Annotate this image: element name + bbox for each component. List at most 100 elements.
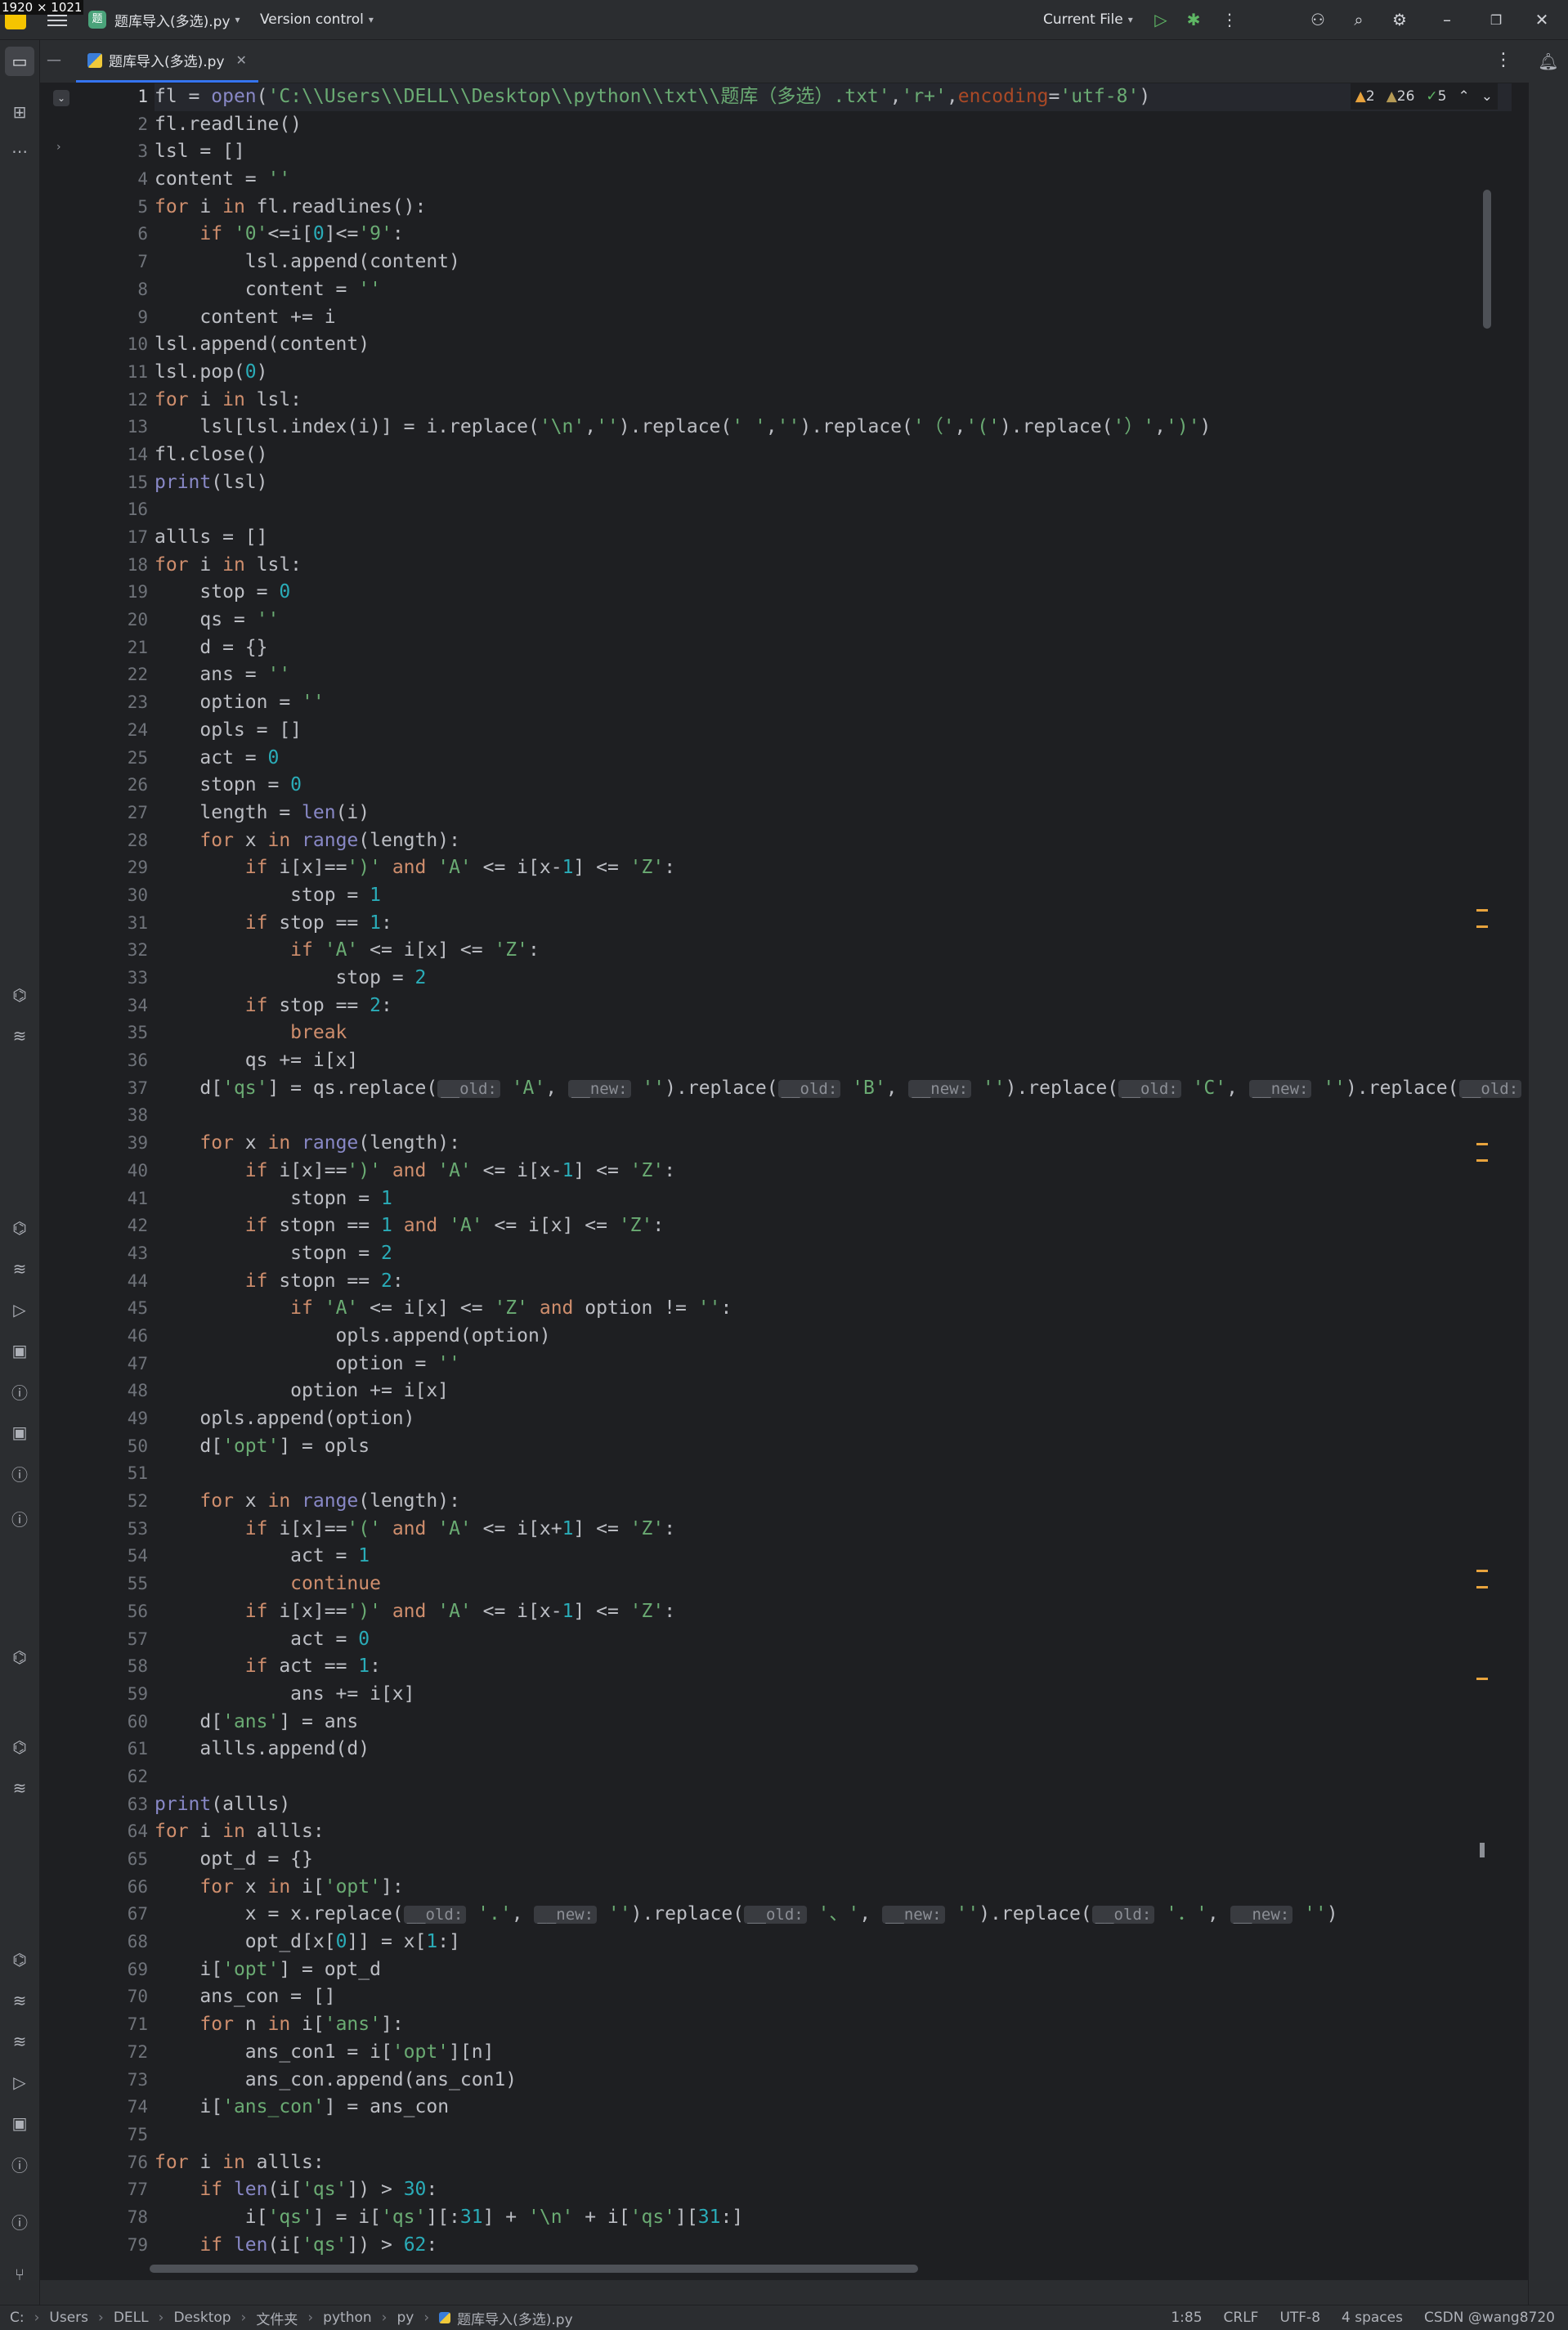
- breadcrumb-item[interactable]: Users: [49, 2310, 88, 2326]
- code-line[interactable]: if stopn == 2:: [155, 1268, 1512, 1296]
- code-line[interactable]: lsl[lsl.index(i)] = i.replace('\n','').r…: [155, 414, 1512, 441]
- error-stripe-mark[interactable]: [1476, 1143, 1488, 1145]
- line-number[interactable]: 22: [73, 661, 155, 689]
- code-line[interactable]: if i[x]==')' and 'A' <= i[x-1] <= 'Z':: [155, 854, 1512, 882]
- code-line[interactable]: stop = 2: [155, 965, 1512, 992]
- line-number[interactable]: 34: [73, 992, 155, 1020]
- line-number[interactable]: 32: [73, 937, 155, 965]
- line-number[interactable]: 17: [73, 524, 155, 552]
- line-number[interactable]: 44: [73, 1268, 155, 1296]
- terminal-icon[interactable]: ▣: [5, 1336, 34, 1365]
- code-line[interactable]: if 'A' <= i[x] <= 'Z':: [155, 937, 1512, 965]
- code-line[interactable]: allls.append(d): [155, 1736, 1512, 1763]
- horizontal-scrollbar[interactable]: [150, 2265, 918, 2273]
- line-number[interactable]: 71: [73, 2011, 155, 2039]
- indent-setting[interactable]: 4 spaces: [1342, 2310, 1403, 2326]
- python-console-icon[interactable]: ⌬: [5, 1642, 34, 1672]
- error-stripe-mark[interactable]: [1476, 1159, 1488, 1162]
- line-number[interactable]: 28: [73, 827, 155, 855]
- code-line[interactable]: d['qs'] = qs.replace(__old: 'A', __new: …: [155, 1075, 1522, 1103]
- code-line[interactable]: option += i[x]: [155, 1378, 1512, 1405]
- code-line[interactable]: length = len(i): [155, 800, 1512, 827]
- error-stripe-mark[interactable]: [1476, 1570, 1488, 1572]
- line-number[interactable]: 38: [73, 1102, 155, 1130]
- line-separator[interactable]: CRLF: [1224, 2310, 1259, 2326]
- code-line[interactable]: [155, 496, 1512, 524]
- code-line[interactable]: opls.append(option): [155, 1405, 1512, 1433]
- services-icon[interactable]: ▷: [5, 2068, 34, 2097]
- line-number[interactable]: 23: [73, 689, 155, 717]
- code-line[interactable]: i['qs'] = i['qs'][:31] + '\n' + i['qs'][…: [155, 2204, 1512, 2232]
- code-line[interactable]: for x in range(length):: [155, 1488, 1512, 1516]
- code-line[interactable]: qs += i[x]: [155, 1047, 1512, 1075]
- line-number[interactable]: 10: [73, 331, 155, 359]
- code-line[interactable]: for x in range(length):: [155, 827, 1512, 855]
- code-line[interactable]: d = {}: [155, 634, 1512, 662]
- layers-icon[interactable]: ≋: [5, 2027, 34, 2056]
- line-number[interactable]: 43: [73, 1240, 155, 1268]
- problems-icon[interactable]: ⓘ: [5, 1377, 34, 1406]
- line-number[interactable]: 35: [73, 1019, 155, 1047]
- error-stripe-mark[interactable]: [1476, 925, 1488, 928]
- python-console-icon[interactable]: ⌬: [5, 980, 34, 1010]
- code-line[interactable]: stopn = 1: [155, 1185, 1512, 1213]
- line-number[interactable]: 60: [73, 1709, 155, 1736]
- collapse-icon[interactable]: —: [47, 52, 61, 69]
- code-line[interactable]: act = 0: [155, 1626, 1512, 1654]
- structure-icon[interactable]: ⊞: [5, 97, 34, 127]
- line-number[interactable]: 20: [73, 607, 155, 634]
- line-number[interactable]: 41: [73, 1185, 155, 1213]
- run-config-selector[interactable]: Current File ▾: [1043, 0, 1133, 39]
- code-line[interactable]: ans += i[x]: [155, 1681, 1512, 1709]
- code-line[interactable]: lsl.pop(0): [155, 359, 1512, 387]
- line-number[interactable]: 77: [73, 2176, 155, 2204]
- terminal-icon[interactable]: ▣: [5, 2108, 34, 2138]
- git-branch-icon[interactable]: ⑂: [5, 2260, 34, 2289]
- tab-options-icon[interactable]: ⋮: [1494, 50, 1512, 70]
- code-line[interactable]: if act == 1:: [155, 1653, 1512, 1681]
- line-number[interactable]: 74: [73, 2094, 155, 2122]
- code-line[interactable]: act = 0: [155, 745, 1512, 773]
- expand-icon[interactable]: ›: [56, 141, 61, 154]
- line-number[interactable]: 11: [73, 359, 155, 387]
- code-line[interactable]: for n in i['ans']:: [155, 2011, 1512, 2039]
- code-line[interactable]: [155, 1102, 1512, 1130]
- line-number[interactable]: 40: [73, 1158, 155, 1185]
- code-line[interactable]: opt_d = {}: [155, 1846, 1512, 1874]
- breadcrumb-item[interactable]: C:: [10, 2310, 25, 2326]
- restore-icon[interactable]: ❐: [1485, 8, 1508, 31]
- caret-position[interactable]: 1:85: [1171, 2310, 1202, 2326]
- code-line[interactable]: i['opt'] = opt_d: [155, 1956, 1512, 1984]
- notifications-icon[interactable]: ⓘ: [5, 1503, 34, 1533]
- code-line[interactable]: option = '': [155, 1351, 1512, 1378]
- code-line[interactable]: i['ans_con'] = ans_con: [155, 2094, 1512, 2122]
- line-number[interactable]: 45: [73, 1295, 155, 1323]
- vertical-scrollbar[interactable]: [1483, 190, 1491, 329]
- code-line[interactable]: fl.readline(): [155, 111, 1512, 139]
- code-line[interactable]: opls.append(option): [155, 1323, 1512, 1351]
- line-number[interactable]: 19: [73, 579, 155, 607]
- python-packages-icon[interactable]: ⌬: [5, 1213, 34, 1243]
- layers-icon[interactable]: ≋: [5, 1986, 34, 2015]
- code-line[interactable]: stopn = 0: [155, 772, 1512, 800]
- line-number[interactable]: 14: [73, 441, 155, 469]
- python-console-icon[interactable]: ⌬: [5, 1945, 34, 1974]
- line-number[interactable]: 46: [73, 1323, 155, 1351]
- problems-icon[interactable]: ⓘ: [5, 2207, 34, 2236]
- line-number[interactable]: 79: [73, 2232, 155, 2260]
- line-number[interactable]: 25: [73, 745, 155, 773]
- line-number[interactable]: 15: [73, 469, 155, 497]
- line-number[interactable]: 73: [73, 2067, 155, 2095]
- line-number[interactable]: 16: [73, 496, 155, 524]
- line-number[interactable]: 68: [73, 1929, 155, 1956]
- line-number[interactable]: 75: [73, 2122, 155, 2149]
- line-number[interactable]: 72: [73, 2039, 155, 2067]
- error-stripe-mark[interactable]: [1476, 909, 1488, 912]
- code-line[interactable]: ans_con.append(ans_con1): [155, 2067, 1512, 2095]
- code-line[interactable]: opls = []: [155, 717, 1512, 745]
- project-folder-icon[interactable]: ▭: [5, 47, 34, 76]
- line-number[interactable]: 9: [73, 304, 155, 332]
- line-number[interactable]: 18: [73, 552, 155, 580]
- breadcrumb-item[interactable]: DELL: [114, 2310, 149, 2326]
- debug-icon[interactable]: ✱: [1182, 8, 1205, 31]
